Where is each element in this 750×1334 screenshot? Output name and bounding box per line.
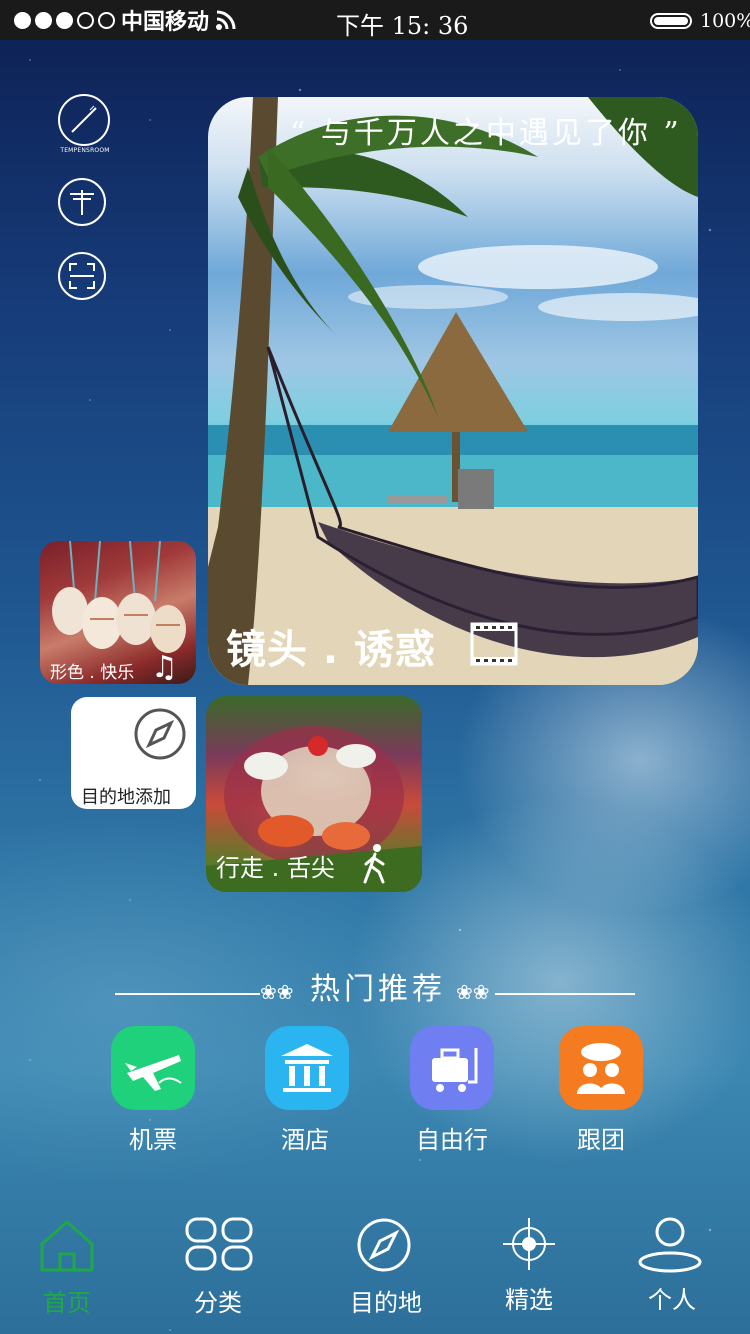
nav-featured[interactable] (503, 1218, 555, 1274)
group-tour-label: 跟团 (577, 1126, 625, 1154)
beach-photo-card[interactable] (208, 97, 698, 685)
section-title: 热门推荐 (310, 972, 446, 1007)
nav-profile[interactable] (637, 1216, 703, 1278)
free-travel-label: 自由行 (416, 1126, 488, 1154)
food-card-caption: 行走 . 舌尖 (216, 854, 335, 882)
main-card-caption: 镜头 . 诱惑 (226, 627, 437, 673)
wifi-icon (216, 10, 236, 30)
shell-card-caption: 形色 . 快乐 (50, 663, 135, 683)
flight-ticket-button[interactable] (111, 1026, 195, 1110)
brand-text: TEMPENSROOM (60, 147, 110, 154)
walker-icon (363, 844, 385, 884)
airplane-icon (125, 1055, 182, 1091)
signal-dot (77, 11, 94, 29)
battery-percent: 100% (700, 10, 750, 32)
compass-icon (357, 1218, 411, 1272)
add-destination-label: 目的地添加 (81, 787, 171, 808)
nav-destination[interactable] (356, 1217, 412, 1277)
status-bar: 中国移动 下午 15: 36 100% (0, 0, 750, 40)
group-tour-button[interactable] (559, 1026, 643, 1110)
signal-strength (14, 11, 115, 29)
signal-dot (35, 11, 52, 29)
battery-icon (650, 13, 692, 29)
signal-dot (56, 11, 73, 29)
group-tour-icon (577, 1043, 625, 1094)
scan-icon[interactable] (58, 252, 106, 300)
music-note-icon: ♫ (151, 650, 178, 685)
nav-category[interactable] (184, 1216, 254, 1276)
ornament-left: ❀❀ (260, 980, 294, 1004)
clock: 下午 15: 36 (336, 12, 469, 40)
category-grid-icon (185, 1217, 253, 1271)
hotel-icon (281, 1044, 333, 1092)
nav-category-label[interactable]: 分类 (168, 1283, 268, 1318)
nav-destination-label[interactable]: 目的地 (336, 1283, 436, 1318)
flight-ticket-label: 机票 (129, 1126, 177, 1154)
divider-line (115, 993, 260, 995)
signal-dot (14, 11, 31, 29)
nav-home[interactable] (38, 1218, 96, 1278)
compass-icon (134, 708, 186, 760)
crosshair-icon (503, 1218, 555, 1270)
ornament-right: ❀❀ (456, 980, 490, 1004)
hotel-label: 酒店 (281, 1126, 329, 1154)
nav-profile-label[interactable]: 个人 (622, 1280, 722, 1315)
main-quote: “ 与千万人之中遇见了你 ” (290, 116, 682, 151)
divider-line (495, 993, 635, 995)
tempensroom-logo-icon[interactable] (58, 94, 110, 146)
nav-featured-label[interactable]: 精选 (479, 1280, 579, 1315)
carrier-name: 中国移动 (121, 10, 210, 35)
parasol-icon[interactable] (58, 178, 106, 226)
free-travel-button[interactable] (410, 1026, 494, 1110)
signal-dot (98, 11, 115, 29)
hotel-button[interactable] (265, 1026, 349, 1110)
beach-illustration (208, 97, 698, 685)
luggage-icon (432, 1048, 478, 1092)
film-strip-icon (470, 622, 518, 666)
user-icon (638, 1217, 702, 1273)
home-icon (40, 1220, 94, 1272)
nav-home-label[interactable]: 首页 (17, 1283, 117, 1318)
